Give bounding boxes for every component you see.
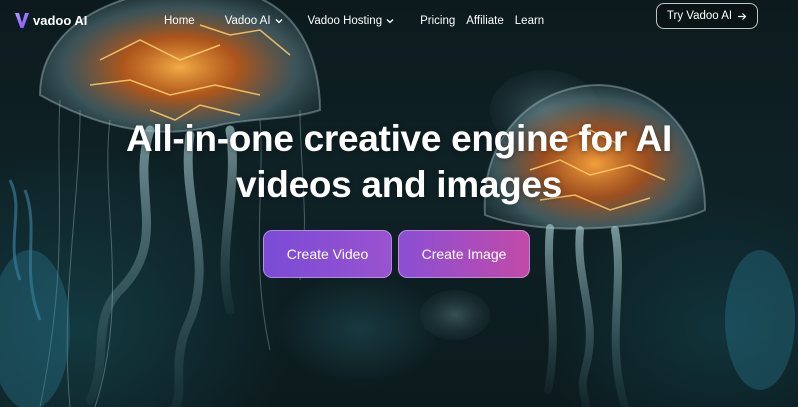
brand-logo[interactable]: vadoo AI: [14, 11, 87, 29]
arrow-right-icon: [738, 12, 747, 20]
hero-section: vadoo AI Home Vadoo AI Vadoo Hosting Pri…: [0, 0, 798, 407]
create-video-label: Create Video: [286, 246, 369, 262]
try-vadoo-ai-button[interactable]: Try Vadoo AI: [656, 3, 758, 29]
chevron-down-icon: [386, 19, 394, 24]
nav-links: Home Vadoo AI Vadoo Hosting Pricing Affi…: [164, 15, 544, 27]
nav-item-label: Vadoo Hosting: [307, 15, 383, 27]
nav-item-affiliate[interactable]: Affiliate: [466, 15, 504, 27]
nav-item-label: Pricing: [420, 15, 456, 27]
brand-name: vadoo AI: [33, 12, 88, 28]
nav-item-label: Vadoo AI: [224, 15, 271, 27]
hero-headline-line-1: All-in-one creative engine for AI: [126, 118, 672, 159]
top-nav: vadoo AI Home Vadoo AI Vadoo Hosting Pri…: [0, 0, 798, 44]
create-video-button[interactable]: Create Video: [263, 230, 392, 278]
nav-item-learn[interactable]: Learn: [515, 15, 544, 27]
create-image-button[interactable]: Create Image: [398, 230, 530, 278]
hero-headline: All-in-one creative engine for AI videos…: [0, 116, 798, 208]
create-image-label: Create Image: [421, 246, 507, 262]
nav-item-vadoo-ai[interactable]: Vadoo AI: [225, 15, 283, 27]
nav-item-vadoo-hosting[interactable]: Vadoo Hosting: [308, 15, 395, 27]
nav-item-label: Learn: [514, 15, 545, 27]
nav-item-home[interactable]: Home: [164, 15, 195, 27]
hero-headline-line-2: videos and images: [236, 164, 562, 205]
nav-item-pricing[interactable]: Pricing: [420, 15, 455, 27]
nav-item-label: Affiliate: [466, 15, 504, 27]
cta-label: Try Vadoo AI: [666, 10, 733, 22]
nav-item-label: Home: [164, 15, 195, 27]
vadoo-logo-icon: [15, 13, 29, 28]
chevron-down-icon: [275, 19, 282, 24]
